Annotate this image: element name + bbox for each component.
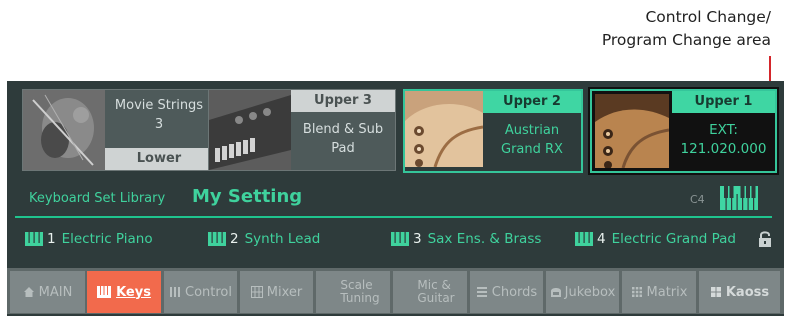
tab-chords-label: Chords <box>491 284 538 300</box>
tile-4-ext-label: EXT: <box>709 122 738 138</box>
tab-control[interactable]: Control <box>164 271 237 313</box>
tab-matrix-label: Matrix <box>646 284 688 300</box>
keyboard-set-name[interactable]: My Setting <box>192 186 302 207</box>
tab-main-label: MAIN <box>38 284 73 300</box>
grand-piano-thumbnail <box>595 94 669 168</box>
keyboard-set-3-number: 3 <box>413 231 422 247</box>
keyboard-set-4-number: 4 <box>597 231 606 247</box>
keyboard-icon[interactable] <box>720 186 758 214</box>
tile-1-name-line1: Movie Strings <box>114 98 204 113</box>
keyboard-set-icon <box>208 232 226 246</box>
tile-4-cc-values: 121.020.000 <box>680 141 767 157</box>
grand-piano-thumbnail <box>405 91 483 167</box>
tile-1-name-line2: 3 <box>154 117 164 132</box>
keyboard-set-3-name: Sax Ens. & Brass <box>427 231 542 247</box>
control-change-area[interactable]: EXT: 121.020.000 <box>672 121 775 159</box>
divider-line <box>15 216 772 218</box>
list-icon <box>476 287 487 297</box>
keyboard-set-library-row: Keyboard Set Library My Setting C4 <box>7 186 784 212</box>
callout-label: Control Change/ Program Change area <box>602 6 771 52</box>
keyboard-set-1-name: Electric Piano <box>61 231 153 247</box>
jukebox-icon <box>550 288 561 297</box>
tab-mixer[interactable]: Mixer <box>240 271 313 313</box>
tab-scale-tuning[interactable]: Scale Tuning <box>316 271 390 313</box>
keyboard-panel: Movie Strings 3 Lower Upper 3 Blend & Su… <box>7 81 784 316</box>
keyboard-set-library-label[interactable]: Keyboard Set Library <box>29 191 165 206</box>
keyboard-set-1-number: 1 <box>47 231 56 247</box>
keyboard-set-4-name: Electric Grand Pad <box>611 231 736 247</box>
split-point-label: C4 <box>690 193 705 206</box>
tab-kaoss[interactable]: Kaoss <box>699 271 780 313</box>
tile-4-part-label: Upper 1 <box>672 91 775 113</box>
tab-jukebox[interactable]: Jukebox <box>546 271 619 313</box>
tab-keys[interactable]: Keys <box>87 271 161 313</box>
synth-thumbnail <box>209 90 291 170</box>
keyboard-set-4[interactable]: 4 Electric Grand Pad <box>575 231 736 247</box>
sound-tile-upper-1[interactable]: Upper 1 EXT: 121.020.000 <box>590 89 777 173</box>
tile-3-part-label: Upper 2 <box>483 91 581 113</box>
tab-scale-label-2: Tuning <box>340 291 380 305</box>
tab-mixer-label: Mixer <box>266 284 303 300</box>
tab-jukebox-label: Jukebox <box>564 284 616 300</box>
callout-line-1: Control Change/ <box>645 8 771 26</box>
kaoss-icon <box>710 287 721 297</box>
tab-mic-guitar[interactable]: Mic & Guitar <box>393 271 467 313</box>
keyboard-set-icon <box>391 232 409 246</box>
tile-2-part-label: Upper 3 <box>291 90 395 112</box>
tile-2-name-line1: Blend & Sub <box>302 122 384 137</box>
strings-thumbnail <box>23 90 105 170</box>
tab-control-label: Control <box>185 284 232 300</box>
tab-mic-label-2: Guitar <box>417 291 455 305</box>
sliders-icon <box>170 287 180 297</box>
tab-bar: MAIN Keys Control Mixer Scale Tuning Mic… <box>7 268 784 314</box>
keyboard-set-2[interactable]: 2 Synth Lead <box>208 231 320 247</box>
sound-tile-upper-3[interactable]: Upper 3 Blend & Sub Pad <box>208 89 396 171</box>
sound-tile-lower[interactable]: Movie Strings 3 Lower <box>22 89 214 171</box>
tab-kaoss-label: Kaoss <box>725 284 770 300</box>
lock-icon[interactable] <box>758 230 772 252</box>
keyboard-set-2-name: Synth Lead <box>244 231 321 247</box>
tile-1-part-label: Lower <box>105 148 213 170</box>
keyboard-set-2-number: 2 <box>230 231 239 247</box>
callout-line-2: Program Change area <box>601 31 771 49</box>
keyboard-set-selectors: 1 Electric Piano 2 Synth Lead 3 Sax Ens.… <box>7 226 784 256</box>
tile-3-name-line2: Grand RX <box>501 142 563 157</box>
tile-3-name-line1: Austrian <box>504 123 560 138</box>
keyboard-icon <box>97 286 112 298</box>
tab-main[interactable]: MAIN <box>10 271 85 313</box>
sound-tile-upper-2[interactable]: Upper 2 Austrian Grand RX <box>403 89 583 173</box>
grid-icon <box>631 287 642 297</box>
tab-chords[interactable]: Chords <box>470 271 543 313</box>
tile-2-name-line2: Pad <box>331 141 355 156</box>
keyboard-set-icon <box>25 232 43 246</box>
home-icon <box>23 287 34 297</box>
keyboard-set-icon <box>575 232 593 246</box>
tab-keys-label: Keys <box>116 284 151 300</box>
keyboard-set-1[interactable]: 1 Electric Piano <box>25 231 153 247</box>
tab-matrix[interactable]: Matrix <box>622 271 696 313</box>
keyboard-set-3[interactable]: 3 Sax Ens. & Brass <box>391 231 541 247</box>
mixer-icon <box>250 286 263 298</box>
